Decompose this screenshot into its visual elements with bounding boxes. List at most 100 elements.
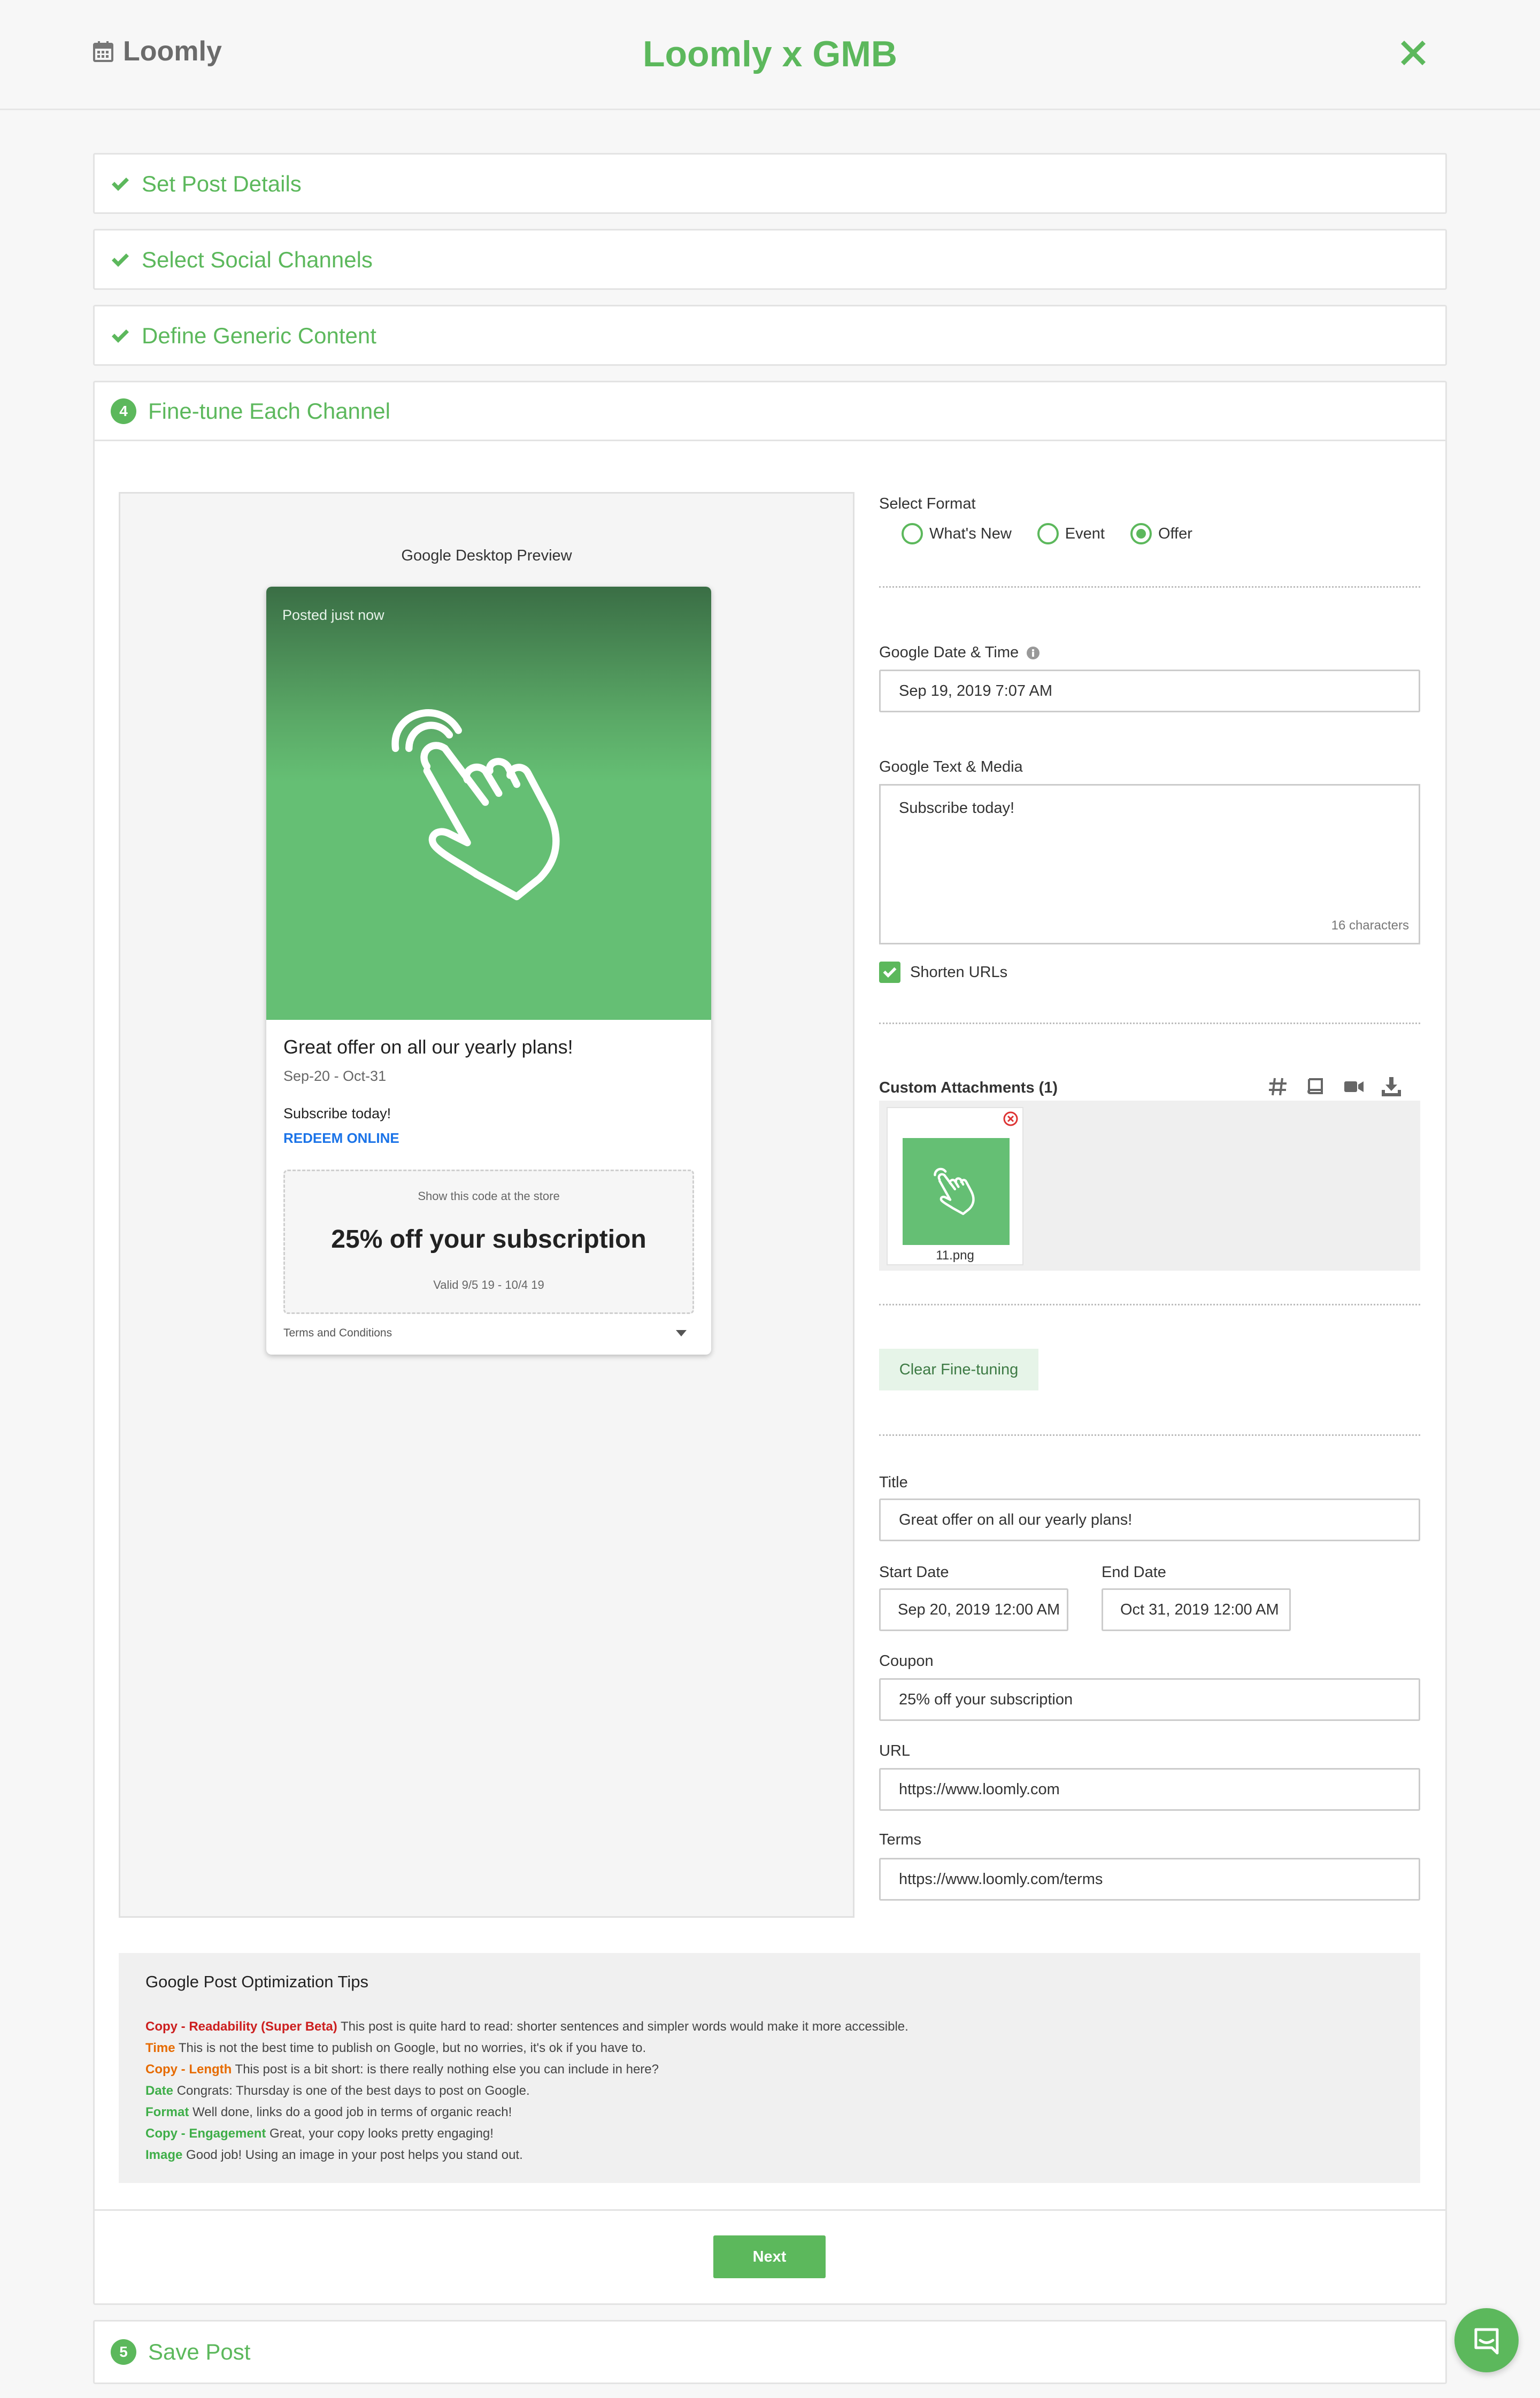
title-input[interactable]: Great offer on all our yearly plans! bbox=[879, 1498, 1420, 1541]
clear-fine-tuning-button[interactable]: Clear Fine-tuning bbox=[879, 1349, 1038, 1390]
card-text: Subscribe today! bbox=[283, 1105, 391, 1121]
app-header: Loomly Loomly x GMB bbox=[0, 0, 1540, 110]
step-select-social-channels[interactable]: Select Social Channels bbox=[93, 229, 1447, 290]
textarea-value: Subscribe today! bbox=[899, 800, 1015, 817]
video-icon[interactable] bbox=[1342, 1075, 1366, 1098]
attachment-item[interactable]: 11.png bbox=[887, 1107, 1023, 1265]
radio-label: Event bbox=[1065, 525, 1105, 542]
datetime-input[interactable]: Sep 19, 2019 7:07 AM bbox=[879, 670, 1420, 712]
shorten-urls-checkbox[interactable] bbox=[879, 962, 900, 983]
radio-button[interactable] bbox=[1130, 523, 1152, 544]
url-label: URL bbox=[879, 1742, 911, 1759]
format-option-whats-new[interactable]: What's New bbox=[902, 523, 1012, 544]
step-header[interactable]: 4 Fine-tune Each Channel bbox=[95, 382, 1445, 441]
radio-label: What's New bbox=[929, 525, 1012, 542]
radio-button[interactable] bbox=[902, 523, 923, 544]
post-image: Posted just now bbox=[266, 587, 711, 1020]
end-date-input[interactable]: Oct 31, 2019 12:00 AM bbox=[1102, 1588, 1291, 1631]
divider bbox=[879, 1304, 1420, 1305]
tips-title: Google Post Optimization Tips bbox=[145, 1972, 368, 1991]
coupon-input[interactable]: 25% off your subscription bbox=[879, 1678, 1420, 1721]
coupon-valid: Valid 9/5 19 - 10/4 19 bbox=[433, 1278, 544, 1292]
end-date-label: End Date bbox=[1102, 1564, 1166, 1581]
tip-key: Copy - Readability (Super Beta) bbox=[145, 2019, 337, 2034]
check-icon bbox=[112, 178, 129, 191]
attachment-name: 11.png bbox=[936, 1248, 974, 1263]
step-footer-divider bbox=[95, 2209, 1445, 2211]
tip-key: Copy - Length bbox=[145, 2062, 232, 2077]
terms-input[interactable]: https://www.loomly.com/terms bbox=[879, 1858, 1420, 1901]
char-count: 16 characters bbox=[1331, 918, 1409, 933]
check-icon bbox=[112, 253, 129, 267]
step-label: Fine-tune Each Channel bbox=[148, 398, 390, 424]
tip-text: Good job! Using an image in your post he… bbox=[186, 2148, 523, 2162]
hashtag-icon[interactable] bbox=[1266, 1075, 1290, 1098]
tip-key: Time bbox=[145, 2041, 175, 2055]
tip-item: Time This is not the best time to publis… bbox=[145, 2038, 908, 2059]
divider bbox=[879, 586, 1420, 588]
radio-button[interactable] bbox=[1037, 523, 1059, 544]
attachment-thumbnail bbox=[903, 1138, 1010, 1245]
tip-text: Great, your copy looks pretty engaging! bbox=[270, 2126, 494, 2141]
next-button[interactable]: Next bbox=[713, 2235, 826, 2278]
redeem-link[interactable]: REDEEM ONLINE bbox=[283, 1130, 399, 1147]
preview-title: Google Desktop Preview bbox=[401, 547, 572, 564]
format-radio-group: What's New Event Offer bbox=[902, 523, 1210, 544]
tip-item: Copy - Engagement Great, your copy looks… bbox=[145, 2123, 908, 2145]
hand-pointer-icon bbox=[934, 1167, 975, 1215]
tip-item: Format Well done, links do a good job in… bbox=[145, 2102, 908, 2123]
attachments-area: 11.png bbox=[879, 1101, 1420, 1271]
datetime-label-row: Google Date & Time bbox=[879, 644, 1040, 662]
step-set-post-details[interactable]: Set Post Details bbox=[93, 153, 1447, 214]
info-icon[interactable] bbox=[1026, 646, 1040, 660]
download-icon[interactable] bbox=[1380, 1075, 1403, 1098]
google-preview-panel: Google Desktop Preview Posted just now G… bbox=[119, 492, 854, 1918]
attachments-label: Custom Attachments (1) bbox=[879, 1079, 1058, 1096]
shorten-urls-label: Shorten URLs bbox=[910, 963, 1008, 981]
tip-text: This post is quite hard to read: shorter… bbox=[340, 2019, 908, 2034]
step-label: Define Generic Content bbox=[142, 323, 376, 348]
text-media-label: Google Text & Media bbox=[879, 758, 1023, 775]
divider bbox=[879, 1434, 1420, 1436]
check-icon bbox=[883, 967, 897, 978]
shorten-urls-option[interactable]: Shorten URLs bbox=[879, 962, 1007, 983]
coupon-box: Show this code at the store 25% off your… bbox=[283, 1170, 694, 1314]
divider bbox=[879, 1023, 1420, 1024]
card-dates: Sep-20 - Oct-31 bbox=[283, 1068, 387, 1084]
coupon-label: Coupon bbox=[879, 1653, 934, 1670]
card-title: Great offer on all our yearly plans! bbox=[283, 1036, 573, 1058]
tip-item: Copy - Length This post is a bit short: … bbox=[145, 2059, 908, 2080]
radio-label: Offer bbox=[1158, 525, 1192, 542]
coupon-hint: Show this code at the store bbox=[418, 1189, 560, 1203]
hand-pointer-icon bbox=[391, 709, 560, 901]
chat-launcher[interactable] bbox=[1454, 2308, 1519, 2372]
tip-key: Copy - Engagement bbox=[145, 2126, 266, 2141]
tip-item: Copy - Readability (Super Beta) This pos… bbox=[145, 2016, 908, 2038]
tip-item: Date Congrats: Thursday is one of the be… bbox=[145, 2080, 908, 2102]
remove-icon[interactable] bbox=[1003, 1111, 1018, 1126]
url-input[interactable]: https://www.loomly.com bbox=[879, 1768, 1420, 1811]
step-label: Select Social Channels bbox=[142, 247, 373, 272]
format-label: Select Format bbox=[879, 495, 976, 512]
google-post-card: Posted just now Great offer on all our y… bbox=[266, 587, 711, 1355]
tip-key: Date bbox=[145, 2084, 174, 2098]
text-media-textarea[interactable]: Subscribe today! 16 characters bbox=[879, 784, 1420, 944]
close-icon[interactable] bbox=[1397, 36, 1430, 70]
book-icon[interactable] bbox=[1304, 1075, 1327, 1098]
tip-key: Format bbox=[145, 2105, 189, 2119]
start-date-label: Start Date bbox=[879, 1564, 949, 1581]
step-define-generic-content[interactable]: Define Generic Content bbox=[93, 305, 1447, 366]
caret-down-icon[interactable] bbox=[676, 1330, 687, 1336]
step-label: Set Post Details bbox=[142, 171, 302, 196]
terms-label: Terms bbox=[879, 1831, 921, 1848]
tip-text: This is not the best time to publish on … bbox=[178, 2041, 646, 2055]
step-number-badge: 5 bbox=[111, 2339, 136, 2365]
datetime-label: Google Date & Time bbox=[879, 644, 1019, 661]
start-date-input[interactable]: Sep 20, 2019 12:00 AM bbox=[879, 1588, 1068, 1631]
format-option-event[interactable]: Event bbox=[1037, 523, 1105, 544]
chat-icon bbox=[1474, 2328, 1499, 2355]
terms-link[interactable]: Terms and Conditions bbox=[283, 1327, 392, 1340]
check-icon bbox=[112, 329, 129, 343]
format-option-offer[interactable]: Offer bbox=[1130, 523, 1192, 544]
step-save-post[interactable]: 5 Save Post bbox=[93, 2320, 1447, 2384]
